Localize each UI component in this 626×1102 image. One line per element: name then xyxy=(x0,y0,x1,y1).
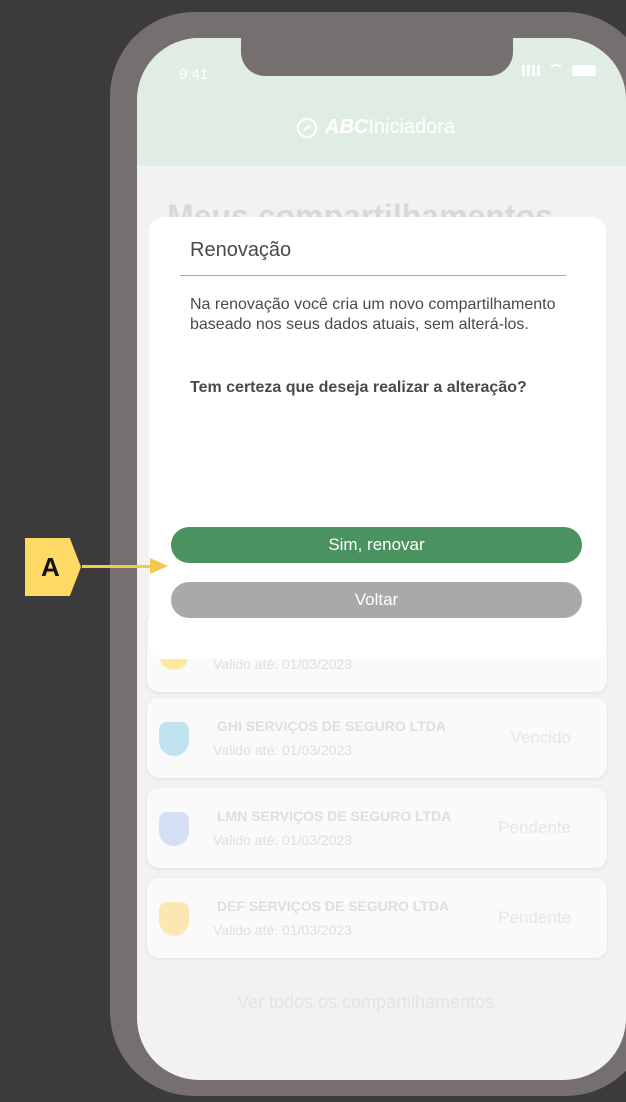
card-status: Pendente xyxy=(498,908,571,927)
brand: ABC Iniciadora xyxy=(297,116,455,139)
card-date: Valido até: 01/03/2023 xyxy=(213,922,353,938)
annotation-arrow xyxy=(82,565,154,568)
card-name: GHI SERVIÇOS DE SEGURO LTDA xyxy=(217,718,446,734)
confirm-renew-button[interactable]: Sim, renovar xyxy=(171,527,582,563)
brand-name: ABC xyxy=(325,116,369,138)
brand-suffix: Iniciadora xyxy=(368,116,456,138)
card-status: Pendente xyxy=(498,818,571,837)
app-header: 9:41 ABC Iniciadora xyxy=(137,38,626,166)
card-name: LMN SERVIÇOS DE SEGURO LTDA xyxy=(217,808,452,824)
dialog-divider xyxy=(180,275,566,276)
dialog-title: Renovação xyxy=(190,239,292,261)
wifi-icon xyxy=(548,64,564,76)
view-all-link[interactable]: Ver todos os compartilhamentos xyxy=(237,992,494,1013)
signal-icon xyxy=(522,64,540,76)
status-icons xyxy=(522,64,596,76)
consent-card[interactable]: LMN SERVIÇOS DE SEGURO LTDA Valido até: … xyxy=(147,788,607,868)
status-time: 9:41 xyxy=(179,66,209,83)
dialog-body: Na renovação você cria um novo compartil… xyxy=(190,296,556,333)
consent-card[interactable]: DEF SERVIÇOS DE SEGURO LTDA Valido até: … xyxy=(147,878,607,958)
phone-notch xyxy=(241,38,513,76)
annotation-arrowhead-icon xyxy=(150,558,168,574)
card-date: Valido até: 01/03/2023 xyxy=(213,742,353,758)
shield-check-icon xyxy=(159,902,189,936)
card-name: DEF SERVIÇOS DE SEGURO LTDA xyxy=(217,898,450,914)
card-date: Valido até: 01/03/2023 xyxy=(213,832,353,848)
shield-plus-icon xyxy=(159,722,189,756)
back-button[interactable]: Voltar xyxy=(171,582,582,618)
consent-card[interactable]: GHI SERVIÇOS DE SEGURO LTDA Valido até: … xyxy=(147,698,607,778)
battery-icon xyxy=(572,64,596,76)
shield-check-icon xyxy=(159,812,189,846)
card-status: Vencido xyxy=(510,728,572,747)
annotation-label: A xyxy=(41,551,60,582)
annotation-marker: A xyxy=(25,538,81,596)
dialog-question: Tem certeza que deseja realizar a altera… xyxy=(190,379,527,396)
brand-logo-icon xyxy=(297,117,317,138)
renewal-dialog: Renovação Na renovação você cria um novo… xyxy=(149,217,606,659)
